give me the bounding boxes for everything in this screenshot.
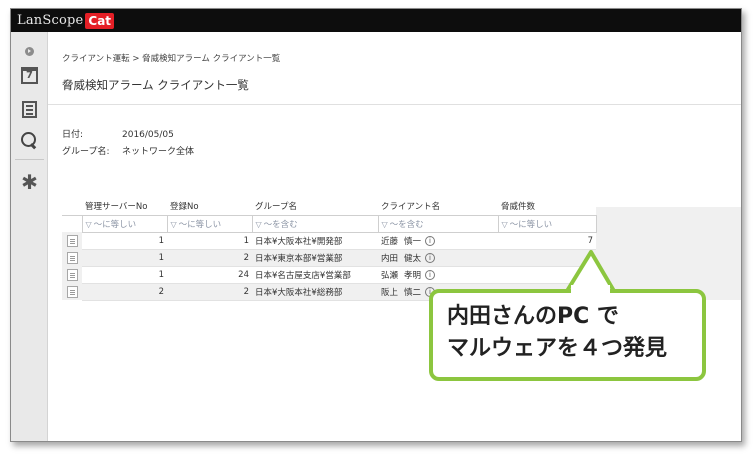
callout-pointer-mask bbox=[571, 285, 610, 295]
